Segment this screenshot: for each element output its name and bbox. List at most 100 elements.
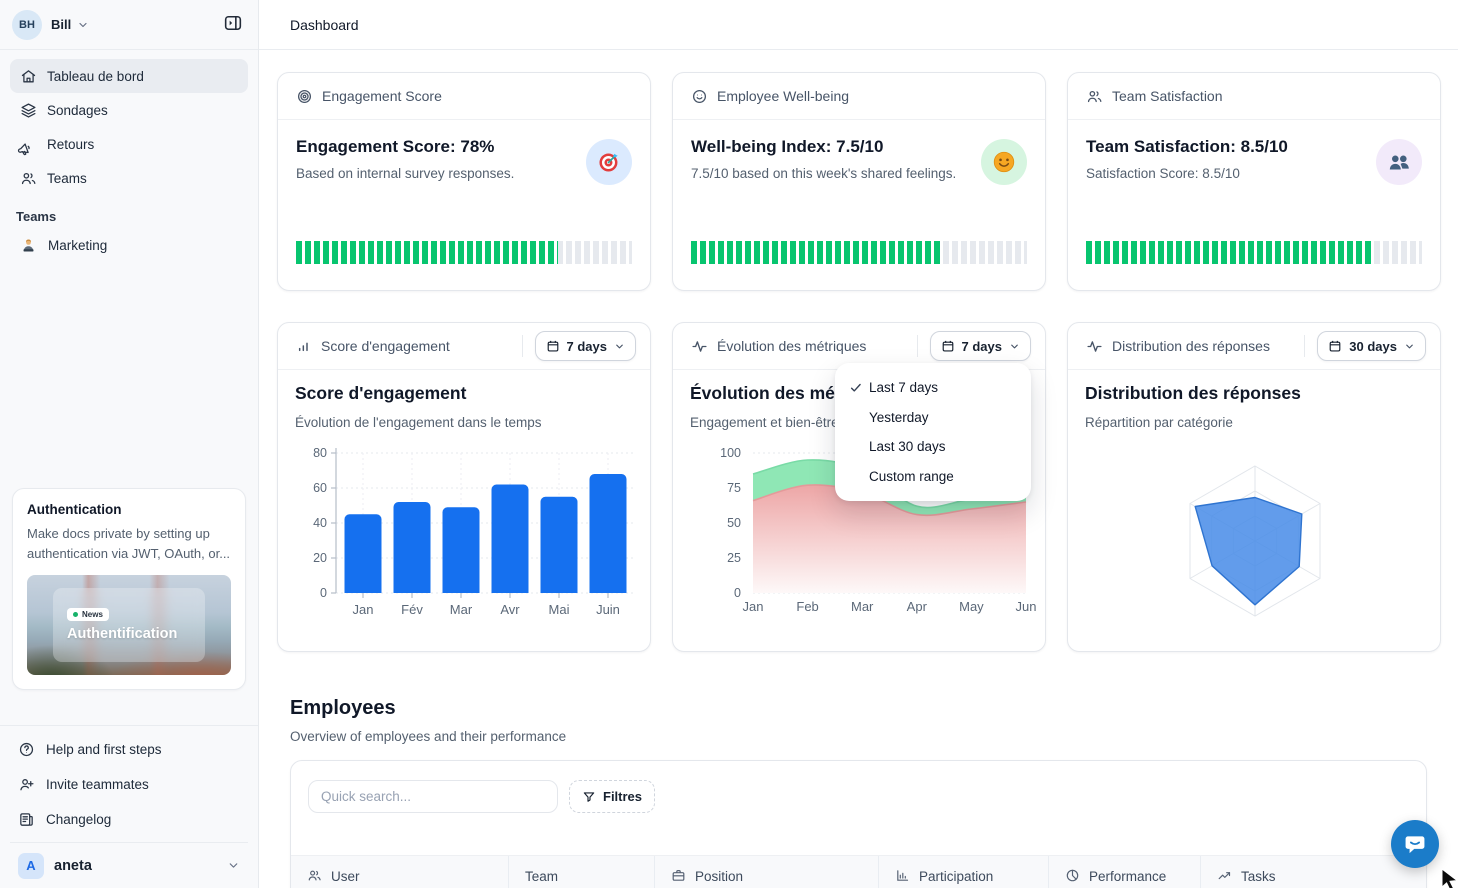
- kpi-progress: [1086, 241, 1422, 264]
- employees-subtitle: Overview of employees and their performa…: [290, 729, 566, 744]
- authentication-promo-card[interactable]: Authentication Make docs private by sett…: [12, 488, 246, 690]
- menu-item-last-30-days[interactable]: Last 30 days: [835, 432, 1031, 462]
- range-select-button[interactable]: 30 days: [1317, 331, 1426, 361]
- range-label: 7 days: [567, 339, 607, 354]
- chart-subtitle: Évolution de l'engagement dans le temps: [295, 415, 542, 430]
- svg-text:25: 25: [727, 551, 741, 565]
- changelog-link[interactable]: Changelog: [10, 802, 248, 837]
- promo-image[interactable]: News Authentification: [27, 575, 231, 675]
- sidebar-item-teams[interactable]: Teams: [10, 161, 248, 195]
- column-header-user[interactable]: User: [291, 856, 509, 888]
- invite-teammates-link[interactable]: Invite teammates: [10, 767, 248, 802]
- sidebar-item-tableau-de-bord[interactable]: Tableau de bord: [10, 59, 248, 93]
- svg-text:Feb: Feb: [796, 599, 818, 614]
- promo-title: Authentication: [27, 502, 231, 517]
- menu-item-custom-range[interactable]: Custom range: [835, 462, 1031, 492]
- kpi-progress: [691, 241, 1027, 264]
- svg-text:80: 80: [313, 446, 327, 460]
- svg-text:0: 0: [734, 586, 741, 600]
- svg-text:0: 0: [320, 586, 327, 600]
- chevron-down-icon: [1009, 341, 1020, 352]
- divider: [1304, 335, 1305, 357]
- promo-description: Make docs private by setting up authenti…: [27, 524, 231, 564]
- promo-image-caption: Authentification: [67, 626, 177, 642]
- calendar-icon: [1328, 339, 1342, 353]
- kpi-value: Well-being Index: 7.5/10: [691, 137, 883, 157]
- sidebar-item-label: Teams: [47, 171, 87, 186]
- target-emoji-badge: [586, 139, 632, 185]
- svg-text:100: 100: [720, 446, 741, 460]
- chart-card-response-distribution: Distribution des réponses 30 days Distri…: [1067, 322, 1441, 652]
- chat-icon: [1402, 831, 1428, 857]
- technologist-icon: [20, 237, 37, 254]
- bar-chart-icon: [296, 338, 312, 354]
- menu-item-yesterday[interactable]: Yesterday: [835, 403, 1031, 433]
- calendar-icon: [546, 339, 560, 353]
- employees-title: Employees: [290, 697, 396, 720]
- team-label: Marketing: [48, 238, 107, 253]
- column-header-participation[interactable]: Participation: [879, 856, 1049, 888]
- layers-icon: [20, 102, 37, 119]
- user-name[interactable]: Bill: [51, 17, 71, 32]
- workspace-switcher[interactable]: A aneta: [10, 842, 248, 888]
- svg-text:Mai: Mai: [549, 602, 570, 617]
- chevron-down-icon: [227, 859, 240, 872]
- column-header-performance[interactable]: Performance: [1049, 856, 1201, 888]
- news-badge: News: [67, 608, 109, 621]
- user-avatar[interactable]: BH: [12, 10, 42, 40]
- engagement-bar-chart: 020406080JanFévMarAvrMaiJuin: [278, 323, 652, 653]
- mouse-cursor: [1441, 869, 1458, 888]
- filters-button[interactable]: Filtres: [569, 780, 655, 813]
- briefcase-icon: [671, 868, 686, 883]
- page-title: Dashboard: [290, 17, 359, 33]
- sidebar-footer: Help and first steps Invite teammates Ch…: [0, 725, 258, 888]
- sidebar-item-retours[interactable]: Retours: [10, 127, 248, 161]
- column-header-team[interactable]: Team: [509, 856, 655, 888]
- people-emoji-badge: [1376, 139, 1422, 185]
- sidebar-item-label: Sondages: [47, 103, 108, 118]
- divider: [917, 335, 918, 357]
- range-select-button[interactable]: 7 days: [930, 331, 1031, 361]
- column-header-position[interactable]: Position: [655, 856, 879, 888]
- smile-emoji-badge: [981, 139, 1027, 185]
- chart-title: Score d'engagement: [295, 383, 466, 404]
- svg-text:50: 50: [727, 516, 741, 530]
- employees-table-card: Filtres User Team Position: [290, 760, 1427, 888]
- chevron-down-icon: [614, 341, 625, 352]
- teams-section-label: Teams: [16, 209, 258, 224]
- sidebar-item-sondages[interactable]: Sondages: [10, 93, 248, 127]
- chart-header-label: Distribution des réponses: [1112, 338, 1270, 354]
- megaphone-icon: [20, 136, 37, 153]
- chart-header-label: Évolution des métriques: [717, 338, 866, 354]
- range-dropdown-menu: Last 7 days Yesterday Last 30 days Custo…: [835, 363, 1031, 501]
- chat-launcher-button[interactable]: [1391, 820, 1439, 868]
- check-icon: [849, 381, 869, 395]
- sidebar-item-marketing[interactable]: Marketing: [10, 228, 248, 262]
- svg-text:May: May: [959, 599, 984, 614]
- activity-icon: [691, 338, 708, 355]
- activity-icon: [1086, 338, 1103, 355]
- kpi-subtitle: Satisfaction Score: 8.5/10: [1086, 166, 1240, 181]
- kpi-header-label: Engagement Score: [322, 88, 442, 104]
- target-icon: [296, 88, 313, 105]
- chart-subtitle: Répartition par catégorie: [1085, 415, 1233, 430]
- search-input[interactable]: [308, 780, 558, 813]
- users-icon: [20, 170, 37, 187]
- app-screen: BH Bill Tableau de bord: [0, 0, 1458, 888]
- svg-text:40: 40: [313, 516, 327, 530]
- kpi-card-engagement: Engagement Score Engagement Score: 78% B…: [277, 72, 651, 291]
- top-bar: Dashboard: [259, 0, 1458, 50]
- range-select-button[interactable]: 7 days: [535, 331, 636, 361]
- kpi-value: Engagement Score: 78%: [296, 137, 494, 157]
- svg-text:Juin: Juin: [596, 602, 620, 617]
- kpi-header-label: Team Satisfaction: [1112, 88, 1223, 104]
- column-header-tasks[interactable]: Tasks: [1201, 856, 1426, 888]
- calendar-icon: [941, 339, 955, 353]
- help-link[interactable]: Help and first steps: [10, 732, 248, 767]
- sidebar-collapse-button[interactable]: [220, 12, 246, 38]
- column-chart-icon: [895, 868, 910, 883]
- menu-item-last-7-days[interactable]: Last 7 days: [835, 373, 1031, 403]
- smile-icon: [691, 88, 708, 105]
- chart-title: Distribution des réponses: [1085, 383, 1301, 404]
- users-icon: [1086, 88, 1103, 105]
